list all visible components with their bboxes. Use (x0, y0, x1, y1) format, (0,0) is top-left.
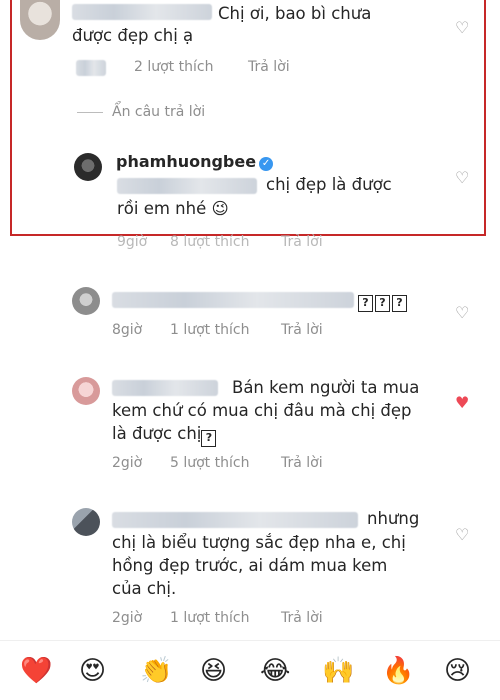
like-count[interactable]: 1 lượt thích (170, 610, 249, 626)
comment-text: chị là biểu tượng sắc đẹp nha e, chị (112, 533, 406, 552)
like-count[interactable]: 1 lượt thích (170, 322, 249, 338)
comment-text: được đẹp chị ạ (72, 26, 194, 45)
comment-text: của chị. (112, 579, 177, 598)
heart-eyes-emoji-icon[interactable]: 😍 (79, 656, 106, 686)
avatar[interactable] (74, 153, 102, 181)
grinning-squint-emoji-icon[interactable]: 😆 (200, 656, 227, 686)
reply-button[interactable]: Trả lời (281, 455, 323, 471)
timestamp: 9giờ (117, 234, 148, 250)
heart-filled-icon[interactable]: ♥ (455, 395, 469, 411)
comment-marks: ??? ??? (358, 288, 409, 312)
blurred-username (112, 512, 358, 528)
blurred-username (72, 4, 212, 20)
comment-text: là được chị? (112, 423, 218, 447)
timestamp: 2giờ (112, 455, 143, 471)
heart-icon[interactable]: ♡ (455, 20, 469, 36)
avatar[interactable] (72, 287, 100, 315)
comment-text: Chị ơi, bao bì chưa (218, 4, 372, 23)
reply-button[interactable]: Trả lời (248, 59, 290, 75)
comment-text: chị đẹp là được (266, 175, 392, 194)
comment-text: hồng đẹp trước, ai dám mua kem (112, 556, 388, 575)
unknown-glyph-icon: ? (392, 295, 407, 312)
like-count[interactable]: 8 lượt thích (170, 234, 249, 250)
heart-icon[interactable]: ♡ (455, 170, 469, 186)
reply-button[interactable]: Trả lời (281, 322, 323, 338)
comment-text: rồi em nhé 😉 (117, 199, 229, 218)
avatar[interactable] (20, 0, 60, 40)
clapping-emoji-icon[interactable]: 👏 (140, 656, 172, 686)
unknown-glyph-icon: ? (358, 295, 373, 312)
blurred-text (112, 292, 354, 308)
blurred-username (112, 380, 218, 396)
username-text[interactable]: phamhuongbee (116, 152, 256, 171)
unknown-glyph-icon: ? (201, 430, 217, 447)
like-count[interactable]: 5 lượt thích (170, 455, 249, 471)
comment-text: kem chứ có mua chị đâu mà chị đẹp (112, 401, 412, 420)
verified-icon: ✓ (259, 157, 274, 171)
comment-text: Bán kem người ta mua (232, 378, 420, 397)
divider (77, 112, 103, 113)
comment-text-line: là được chị (112, 424, 202, 443)
reply-button[interactable]: Trả lời (281, 610, 323, 626)
username[interactable]: phamhuongbee ✓ (116, 152, 274, 171)
hide-replies-button[interactable]: Ẩn câu trả lời (112, 104, 205, 120)
heart-icon[interactable]: ♡ (455, 527, 469, 543)
avatar[interactable] (72, 377, 100, 405)
crying-emoji-icon[interactable]: 😢 (444, 656, 471, 686)
fire-emoji-icon[interactable]: 🔥 (382, 656, 414, 686)
comment-text: nhưng (367, 509, 420, 528)
unknown-glyph-icon: ? (375, 295, 390, 312)
tears-of-joy-emoji-icon[interactable]: 😂 (260, 656, 290, 686)
emoji-bar (0, 640, 500, 700)
timestamp: 8giờ (112, 322, 143, 338)
like-count[interactable]: 2 lượt thích (134, 59, 213, 75)
avatar[interactable] (72, 508, 100, 536)
heart-icon[interactable]: ♡ (455, 305, 469, 321)
raising-hands-emoji-icon[interactable]: 🙌 (322, 656, 354, 686)
blurred-mention (117, 178, 257, 194)
reply-button[interactable]: Trả lời (281, 234, 323, 250)
timestamp: 2giờ (112, 610, 143, 626)
blurred-time (76, 60, 106, 76)
red-heart-emoji-icon[interactable]: ❤️ (20, 656, 52, 686)
